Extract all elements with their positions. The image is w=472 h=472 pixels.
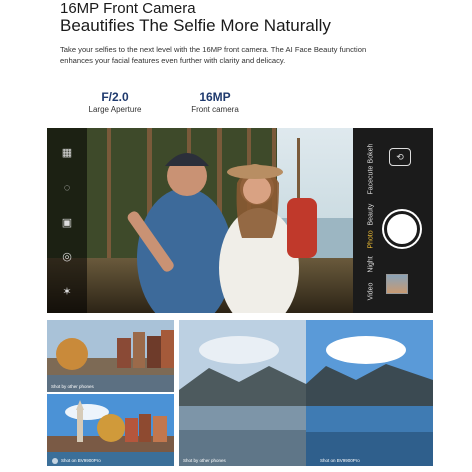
title-line2: Beautifies The Selfie More Naturally bbox=[60, 16, 331, 35]
mountain-lake-photo-other bbox=[179, 320, 306, 466]
gallery-thumbnail[interactable] bbox=[386, 274, 408, 294]
mode-beauty[interactable]: Beauty bbox=[368, 204, 375, 226]
caption-right-bv9900pro: Shot on BV9900Pro bbox=[320, 458, 360, 463]
comparison-photo-right-other: Shot by other phones bbox=[179, 320, 306, 466]
right-control-panel: Video Night Photo Beauty Facecute Bokeh … bbox=[353, 128, 433, 313]
comparison-photo-right-bv9900pro: Shot on BV9900Pro bbox=[306, 320, 433, 466]
spec-aperture-value: F/2.0 bbox=[101, 90, 129, 104]
spec-front-camera: 16MP Front camera bbox=[180, 90, 250, 116]
switch-camera-icon[interactable]: ⟲ bbox=[389, 148, 411, 166]
city-canal-photo-bv9900pro bbox=[47, 394, 174, 466]
mode-facecute[interactable]: Facecute bbox=[368, 166, 375, 195]
camera-screen: ▦ ◌ ▣ ◎ ✶ Video Night Photo Beauty Facec… bbox=[47, 128, 433, 313]
grid-icon[interactable]: ▦ bbox=[60, 146, 74, 160]
mode-night[interactable]: Night bbox=[368, 255, 375, 275]
mode-list: Video Night Photo Beauty Facecute Bokeh bbox=[361, 128, 381, 313]
mountain-lake-photo-bv9900pro bbox=[306, 320, 433, 466]
spec-aperture-label: Large Aperture bbox=[88, 105, 142, 114]
mode-photo[interactable]: Photo bbox=[368, 230, 375, 250]
mode-bokeh[interactable]: Bokeh bbox=[368, 144, 375, 164]
caption-left-top: Shot by other phones bbox=[51, 384, 94, 389]
comparison-photo-left-top: Shot by other phones bbox=[47, 320, 174, 392]
spec-front-camera-value: 16MP bbox=[199, 90, 231, 104]
comparison-photo-left-bottom: Shot on BV9900Pro bbox=[47, 394, 174, 466]
title-line1: 16MP Front Camera bbox=[60, 0, 196, 17]
left-toolbar: ▦ ◌ ▣ ◎ ✶ bbox=[47, 128, 87, 313]
spec-front-camera-label: Front camera bbox=[191, 105, 239, 114]
settings-icon[interactable]: ▣ bbox=[60, 216, 74, 230]
shutter-button[interactable] bbox=[384, 211, 420, 247]
caption-left-bottom: Shot on BV9900Pro bbox=[61, 458, 101, 463]
chat-icon[interactable]: ◌ bbox=[60, 181, 74, 195]
spec-aperture: F/2.0 Large Aperture bbox=[80, 90, 150, 116]
description: Take your selfies to the next level with… bbox=[60, 45, 367, 65]
caption-right-other: Shot by other phones bbox=[183, 458, 226, 463]
flash-icon[interactable]: ✶ bbox=[60, 285, 74, 299]
city-canal-photo-other bbox=[47, 320, 174, 392]
filter-icon[interactable]: ◎ bbox=[60, 250, 74, 264]
mode-video[interactable]: Video bbox=[368, 282, 375, 302]
